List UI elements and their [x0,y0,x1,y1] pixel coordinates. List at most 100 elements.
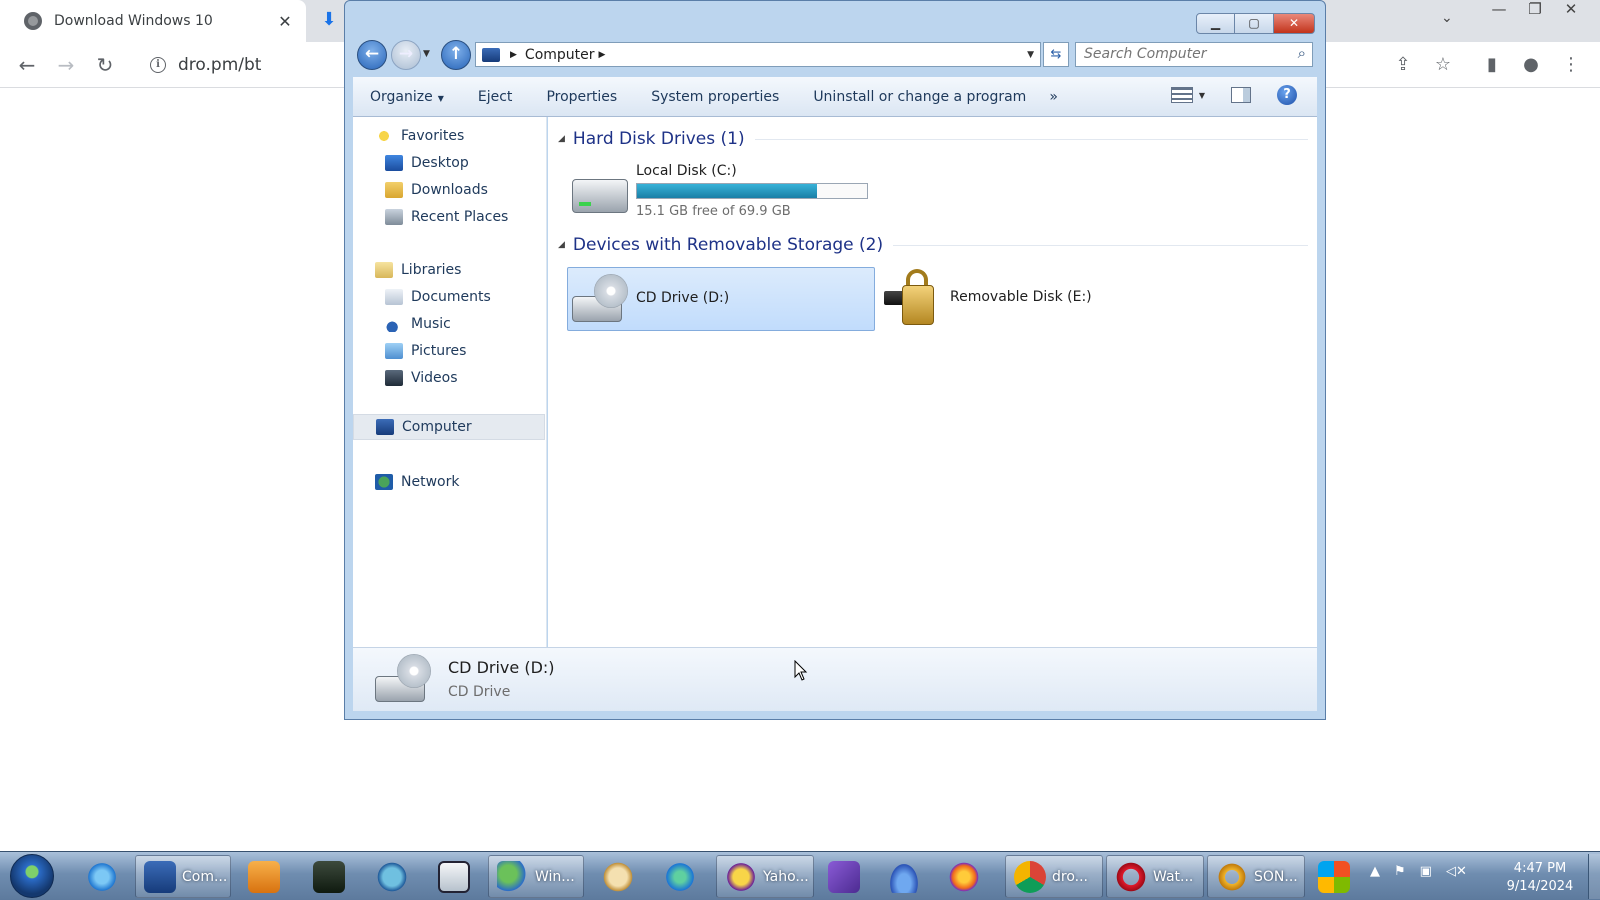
libraries-icon [375,262,393,278]
maximize-button[interactable]: ▢ [1235,13,1274,34]
windows-flag-taskbar-button[interactable] [1310,855,1366,898]
clock-date: 9/14/2024 [1506,879,1574,894]
show-desktop-button[interactable] [1588,854,1600,899]
nav-downloads[interactable]: Downloads [353,177,545,203]
removable-disk-item[interactable]: Removable Disk (E:) [884,267,1144,331]
browser-restore-icon[interactable]: ❐ [1524,0,1546,24]
breadcrumb-chevron-icon[interactable]: ▶ [510,50,517,60]
close-button[interactable]: ✕ [1274,13,1315,34]
start-button[interactable] [10,854,54,898]
site-info-icon[interactable]: i [150,57,166,73]
terminal-taskbar-button[interactable] [305,855,365,898]
browser-window-controls: — ❐ ✕ [1488,0,1582,24]
nav-favorites[interactable]: Favorites [353,123,545,149]
show-hidden-icons-icon[interactable]: ▲ [1370,864,1380,879]
visual-studio-taskbar-button[interactable] [820,855,880,898]
nav-videos[interactable]: Videos [353,365,545,391]
side-panel-icon[interactable]: ▮ [1479,54,1505,78]
forward-arrow-icon[interactable]: → [53,52,79,78]
search-box: ⌕ [1075,42,1313,67]
uninstall-program-button[interactable]: Uninstall or change a program [796,89,1043,105]
network-status-icon[interactable]: ▣ [1420,864,1432,879]
windows-flag-icon [1318,860,1350,893]
back-button[interactable]: ← [357,40,387,70]
preview-pane-icon[interactable] [1231,87,1251,103]
pictures-icon [385,343,403,359]
explorer-taskbar-button[interactable]: Com... [135,855,231,898]
breadcrumb-computer[interactable]: Computer [525,47,595,63]
nav-network[interactable]: Network [353,469,545,495]
nav-music[interactable]: Music [353,311,545,337]
internet-explorer-taskbar-button[interactable] [78,855,138,898]
search-icon[interactable]: ⌕ [1298,44,1306,62]
globe-app-taskbar-button[interactable] [368,855,428,898]
nav-libraries[interactable]: Libraries [353,257,545,283]
local-disk-name: Local Disk (C:) [636,163,737,179]
breadcrumb-chevron-icon[interactable]: ▶ [599,50,606,60]
firefox-taskbar-button[interactable] [940,855,1000,898]
view-options-dropdown-icon[interactable]: ▼ [1199,91,1205,100]
collapse-triangle-icon[interactable]: ◢ [558,134,565,144]
browser-minimize-icon[interactable]: — [1488,0,1510,24]
desktop-icon [385,155,403,171]
nav-computer[interactable]: Computer [353,414,545,440]
browser-tab[interactable]: Download Windows 10 ✕ [0,0,306,42]
nav-documents[interactable]: Documents [353,284,545,310]
nav-desktop[interactable]: Desktop [353,150,545,176]
minimize-button[interactable]: ▁ [1196,13,1235,34]
paint-taskbar-button[interactable] [594,855,654,898]
address-dropdown-icon[interactable]: ▼ [1027,50,1034,60]
nav-pictures[interactable]: Pictures [353,338,545,364]
back-arrow-icon[interactable]: ← [14,52,40,78]
group-removable-storage[interactable]: ◢ Devices with Removable Storage (2) [558,235,1308,255]
refresh-icon[interactable]: ⇆ [1043,42,1069,67]
search-input[interactable] [1076,43,1276,65]
more-commands-button[interactable]: » [1043,89,1064,105]
window-app-taskbar-button[interactable] [430,855,490,898]
nav-libraries-label: Libraries [401,262,462,278]
system-properties-button[interactable]: System properties [634,89,796,105]
organize-menu[interactable]: Organize ▼ [353,89,461,105]
address-bar[interactable]: ▶ Computer ▶ ▼ [475,42,1041,67]
media-player-taskbar-button[interactable] [240,855,300,898]
action-center-flag-icon[interactable]: ⚑ [1394,864,1406,879]
volume-muted-icon[interactable]: ◁✕ [1446,864,1467,879]
local-disk-item[interactable]: Local Disk (C:) 15.1 GB free of 69.9 GB [568,161,888,231]
browser-menu-icon[interactable]: ⋮ [1558,54,1584,78]
close-tab-icon[interactable]: ✕ [274,12,296,31]
eject-button[interactable]: Eject [461,89,530,105]
share-icon[interactable]: ⇪ [1390,54,1416,78]
properties-button[interactable]: Properties [529,89,634,105]
up-button[interactable]: ↑ [441,40,471,70]
omnibox[interactable]: i dro.pm/bt [140,48,360,82]
help-icon[interactable]: ? [1277,85,1297,105]
chrome-taskbar-button[interactable]: dro... [1005,855,1103,898]
bookmark-star-icon[interactable]: ☆ [1430,54,1456,78]
chrome-icon [1014,860,1046,893]
omnibox-url[interactable]: dro.pm/bt [178,55,261,75]
profile-icon[interactable]: ● [1518,54,1544,78]
browser-close-icon[interactable]: ✕ [1560,0,1582,24]
network-icon [375,474,393,490]
computer-icon [144,860,176,893]
collapse-triangle-icon[interactable]: ◢ [558,240,565,250]
download-icon[interactable]: ⬇ [318,9,340,33]
reload-icon[interactable]: ↻ [92,52,118,78]
group-hard-disk-drives[interactable]: ◢ Hard Disk Drives (1) [558,129,1308,149]
users-app-taskbar-button[interactable]: Win... [488,855,584,898]
yahoo-messenger-taskbar-button[interactable]: Yaho... [716,855,814,898]
system-clock[interactable]: 4:47 PM 9/14/2024 [1500,860,1580,896]
media-app-taskbar-button[interactable]: SON... [1207,855,1305,898]
group-divider [754,138,1308,140]
forward-button[interactable]: → [391,40,421,70]
group-title: Hard Disk Drives (1) [572,129,745,149]
command-bar: Organize ▼ Eject Properties System proper… [353,77,1317,117]
cd-drive-item[interactable]: CD Drive (D:) [567,267,875,331]
tab-search-icon[interactable]: ⌄ [1441,10,1453,26]
nav-recent-places[interactable]: Recent Places [353,204,545,230]
change-view-icon[interactable] [1170,87,1193,103]
blue-flame-app-taskbar-button[interactable] [880,855,940,898]
edge-taskbar-button[interactable] [656,855,716,898]
opera-taskbar-button[interactable]: Wat... [1106,855,1204,898]
recent-pages-dropdown-icon[interactable]: ▼ [423,49,430,59]
